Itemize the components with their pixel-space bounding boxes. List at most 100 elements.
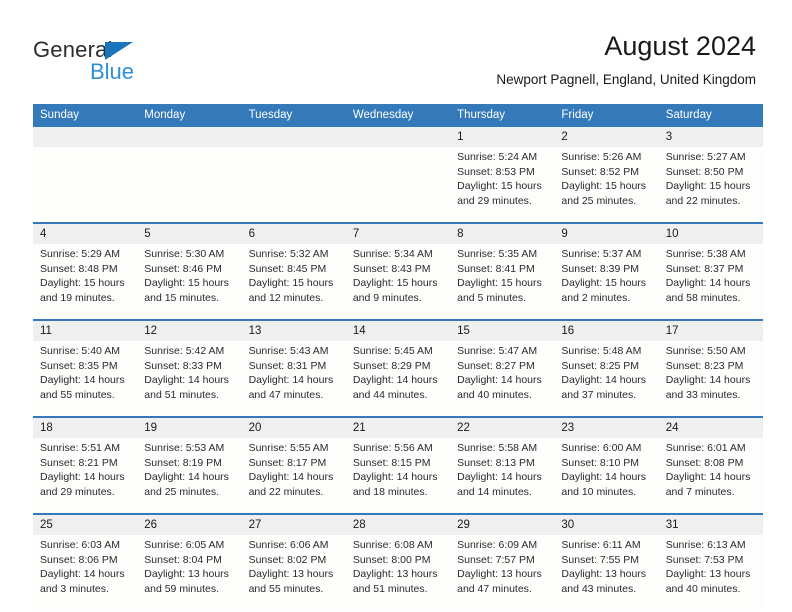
daylight-text-line2: and 5 minutes.	[457, 291, 527, 304]
day-cell[interactable]: Sunrise: 6:09 AM Sunset: 7:57 PM Dayligh…	[450, 535, 555, 610]
day-cell[interactable]: Sunrise: 6:11 AM Sunset: 7:55 PM Dayligh…	[554, 535, 659, 610]
calendar-body: 1 2 3 Sunrise: 5:24 AM Sunset: 8:53 PM D…	[33, 127, 763, 610]
day-cell[interactable]: Sunrise: 5:45 AM Sunset: 8:29 PM Dayligh…	[345, 341, 451, 417]
daylight-text-line2: and 59 minutes.	[144, 582, 219, 595]
day-cell[interactable]	[137, 147, 242, 223]
daylight-text-line1: Daylight: 13 hours	[665, 568, 751, 581]
day-cell[interactable]: Sunrise: 5:40 AM Sunset: 8:35 PM Dayligh…	[33, 341, 138, 417]
daylight-text-line2: and 22 minutes.	[248, 485, 324, 498]
day-cell[interactable]: Sunrise: 5:30 AM Sunset: 8:46 PM Dayligh…	[137, 244, 242, 320]
daylight-text-line1: Daylight: 14 hours	[457, 374, 542, 387]
day-cell[interactable]: Sunrise: 5:43 AM Sunset: 8:31 PM Dayligh…	[241, 341, 346, 417]
daylight-text-line2: and 44 minutes.	[352, 388, 428, 401]
day-number: 17	[658, 319, 763, 341]
week-5-daynumbers: 25 26 27 28 29 30 31	[33, 513, 763, 535]
day-cell[interactable]: Sunrise: 5:48 AM Sunset: 8:25 PM Dayligh…	[554, 341, 659, 417]
day-cell[interactable]: Sunrise: 5:56 AM Sunset: 8:15 PM Dayligh…	[345, 438, 451, 514]
logo-triangle-icon	[105, 42, 133, 60]
day-number: 15	[450, 319, 555, 341]
sunset-text: Sunset: 7:53 PM	[665, 553, 744, 566]
daylight-text-line2: and 7 minutes.	[665, 485, 735, 498]
day-number: 29	[450, 513, 555, 535]
daylight-text-line1: Daylight: 13 hours	[561, 568, 647, 581]
sunset-text: Sunset: 8:37 PM	[665, 262, 744, 275]
day-number: 21	[345, 416, 451, 438]
week-4-daynumbers: 18 19 20 21 22 23 24	[33, 416, 763, 438]
day-cell[interactable]: Sunrise: 5:26 AM Sunset: 8:52 PM Dayligh…	[554, 147, 659, 223]
weekday-header-friday: Friday	[554, 104, 659, 127]
day-cell[interactable]: Sunrise: 6:06 AM Sunset: 8:02 PM Dayligh…	[241, 535, 346, 610]
daylight-text-line2: and 55 minutes.	[248, 582, 324, 595]
sunrise-text: Sunrise: 5:58 AM	[457, 442, 538, 454]
sunrise-text: Sunrise: 5:27 AM	[665, 151, 746, 163]
daylight-text-line2: and 3 minutes.	[40, 582, 109, 595]
day-cell[interactable]: Sunrise: 5:58 AM Sunset: 8:13 PM Dayligh…	[450, 438, 555, 514]
week-5-details: Sunrise: 6:03 AM Sunset: 8:06 PM Dayligh…	[33, 535, 763, 610]
daylight-text-line1: Daylight: 14 hours	[248, 374, 334, 387]
daylight-text-line2: and 15 minutes.	[144, 291, 219, 304]
day-number	[33, 127, 138, 147]
day-cell[interactable]: Sunrise: 5:34 AM Sunset: 8:43 PM Dayligh…	[345, 244, 451, 320]
day-cell[interactable]: Sunrise: 5:55 AM Sunset: 8:17 PM Dayligh…	[241, 438, 346, 514]
day-cell[interactable]: Sunrise: 6:00 AM Sunset: 8:10 PM Dayligh…	[554, 438, 659, 514]
day-cell[interactable]: Sunrise: 5:35 AM Sunset: 8:41 PM Dayligh…	[450, 244, 555, 320]
daylight-text-line2: and 47 minutes.	[248, 388, 324, 401]
sunrise-text: Sunrise: 5:50 AM	[665, 345, 746, 357]
sunset-text: Sunset: 8:43 PM	[352, 262, 431, 275]
sunset-text: Sunset: 8:46 PM	[144, 262, 222, 275]
daylight-text-line2: and 29 minutes.	[457, 194, 532, 207]
day-number: 3	[658, 127, 763, 147]
day-cell[interactable]: Sunrise: 5:38 AM Sunset: 8:37 PM Dayligh…	[658, 244, 763, 320]
daylight-text-line1: Daylight: 14 hours	[40, 568, 125, 581]
daylight-text-line1: Daylight: 13 hours	[248, 568, 334, 581]
day-cell[interactable]: Sunrise: 5:37 AM Sunset: 8:39 PM Dayligh…	[554, 244, 659, 320]
sunset-text: Sunset: 8:06 PM	[40, 553, 118, 566]
sunrise-text: Sunrise: 5:24 AM	[457, 151, 538, 163]
sunset-text: Sunset: 8:02 PM	[248, 553, 327, 566]
day-cell[interactable]	[241, 147, 346, 223]
day-cell[interactable]: Sunrise: 5:50 AM Sunset: 8:23 PM Dayligh…	[658, 341, 763, 417]
day-cell[interactable]: Sunrise: 6:08 AM Sunset: 8:00 PM Dayligh…	[345, 535, 451, 610]
day-cell[interactable]: Sunrise: 6:01 AM Sunset: 8:08 PM Dayligh…	[658, 438, 763, 514]
day-number: 9	[554, 222, 659, 244]
daylight-text-line2: and 10 minutes.	[561, 485, 637, 498]
day-number: 10	[658, 222, 763, 244]
day-number	[241, 127, 346, 147]
day-cell[interactable]: Sunrise: 6:03 AM Sunset: 8:06 PM Dayligh…	[33, 535, 138, 610]
day-cell[interactable]: Sunrise: 5:47 AM Sunset: 8:27 PM Dayligh…	[450, 341, 555, 417]
day-number: 13	[241, 319, 346, 341]
day-number: 22	[450, 416, 555, 438]
daylight-text-line1: Daylight: 15 hours	[561, 180, 647, 193]
day-cell[interactable]: Sunrise: 5:32 AM Sunset: 8:45 PM Dayligh…	[241, 244, 346, 320]
day-cell[interactable]: Sunrise: 6:05 AM Sunset: 8:04 PM Dayligh…	[137, 535, 242, 610]
page-title: August 2024	[604, 31, 756, 61]
daylight-text-line2: and 25 minutes.	[561, 194, 637, 207]
general-blue-logo[interactable]: General Blue	[33, 38, 233, 86]
weekday-header-saturday: Saturday	[658, 104, 763, 127]
sunrise-text: Sunrise: 5:53 AM	[144, 442, 225, 454]
day-cell[interactable]: Sunrise: 5:24 AM Sunset: 8:53 PM Dayligh…	[450, 147, 555, 223]
sunset-text: Sunset: 8:53 PM	[457, 165, 535, 178]
day-cell[interactable]: Sunrise: 5:42 AM Sunset: 8:33 PM Dayligh…	[137, 341, 242, 417]
sunrise-text: Sunrise: 5:37 AM	[561, 248, 642, 260]
sunset-text: Sunset: 8:39 PM	[561, 262, 640, 275]
daylight-text-line1: Daylight: 14 hours	[144, 471, 229, 484]
sunset-text: Sunset: 8:23 PM	[665, 359, 744, 372]
daylight-text-line1: Daylight: 14 hours	[665, 471, 751, 484]
day-cell[interactable]: Sunrise: 5:29 AM Sunset: 8:48 PM Dayligh…	[33, 244, 138, 320]
day-cell[interactable]: Sunrise: 5:53 AM Sunset: 8:19 PM Dayligh…	[137, 438, 242, 514]
daylight-text-line1: Daylight: 15 hours	[561, 277, 647, 290]
day-cell[interactable]: Sunrise: 6:13 AM Sunset: 7:53 PM Dayligh…	[658, 535, 763, 610]
sunrise-text: Sunrise: 5:43 AM	[248, 345, 329, 357]
daylight-text-line2: and 40 minutes.	[665, 582, 741, 595]
day-cell[interactable]	[345, 147, 451, 223]
day-cell[interactable]	[33, 147, 138, 223]
day-cell[interactable]: Sunrise: 5:51 AM Sunset: 8:21 PM Dayligh…	[33, 438, 138, 514]
sunrise-text: Sunrise: 5:35 AM	[457, 248, 538, 260]
day-cell[interactable]: Sunrise: 5:27 AM Sunset: 8:50 PM Dayligh…	[658, 147, 763, 223]
sunset-text: Sunset: 8:35 PM	[40, 359, 118, 372]
sunrise-text: Sunrise: 6:13 AM	[665, 539, 746, 551]
sunset-text: Sunset: 8:15 PM	[352, 456, 431, 469]
sunrise-text: Sunrise: 5:45 AM	[352, 345, 433, 357]
daylight-text-line2: and 55 minutes.	[40, 388, 115, 401]
